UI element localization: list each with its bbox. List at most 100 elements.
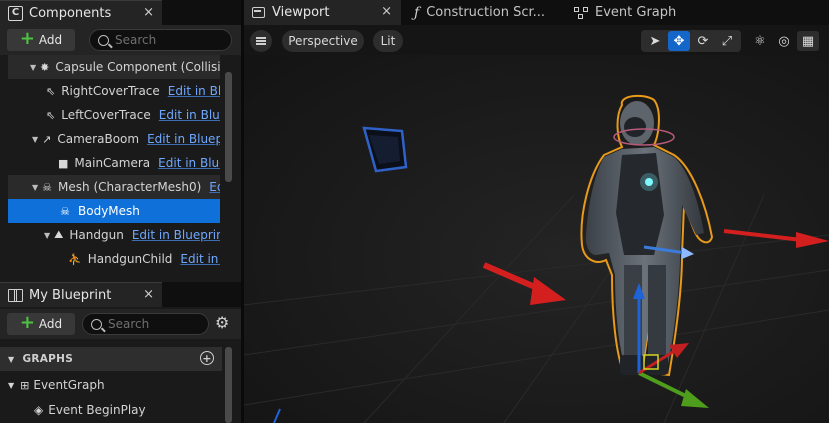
child-actor-icon: ⛹: [68, 252, 82, 266]
blueprint-scrollbar-thumb[interactable]: [225, 347, 232, 423]
components-search[interactable]: [89, 29, 232, 51]
components-search-input[interactable]: [115, 33, 215, 47]
edit-in-blueprint-link[interactable]: Edit in Blueprint: [209, 180, 220, 194]
tree-item-handgun[interactable]: ▼ ⛰ Handgun Edit in Blueprint: [8, 223, 220, 247]
function-icon: ƒ: [414, 4, 420, 21]
tab-event-graph-label: Event Graph: [595, 5, 677, 20]
lighting-mode-label: Lit: [380, 34, 396, 48]
components-scrollbar-thumb[interactable]: [225, 72, 232, 182]
scale-tool-icon[interactable]: ⤢: [716, 31, 738, 51]
blueprint-search-input[interactable]: [108, 317, 208, 331]
event-node-icon: ◈: [34, 403, 44, 417]
left-column: C Components × + Add ▼ ✸ Capsule Compone…: [0, 0, 241, 423]
expand-arrow-icon[interactable]: ▼: [30, 63, 36, 72]
main-area: Viewport × ƒ Construction Scr... Event G…: [244, 0, 829, 423]
tab-viewport-label: Viewport: [272, 5, 330, 20]
tab-construction-script[interactable]: ƒ Construction Scr...: [406, 0, 566, 25]
tree-item-label: MainCamera: [74, 156, 151, 170]
blueprint-toolbar: + Add ⚙: [0, 309, 241, 339]
tree-item-rightcovertrace[interactable]: ⇖ RightCoverTrace Edit in Blueprint: [8, 79, 220, 103]
graphs-section-header[interactable]: ▼ GRAPHS +: [0, 347, 222, 371]
tree-item-handgunchild[interactable]: ⛹ HandgunChild Edit in Blueprint: [8, 247, 220, 271]
expand-arrow-icon[interactable]: ▼: [44, 231, 50, 240]
document-tabbar: Viewport × ƒ Construction Scr... Event G…: [244, 0, 829, 25]
expand-arrow-icon[interactable]: ▼: [8, 355, 14, 364]
close-icon[interactable]: ×: [143, 287, 154, 302]
blueprint-search[interactable]: [82, 313, 209, 335]
tree-item-bodymesh[interactable]: ☠ BodyMesh: [8, 199, 220, 223]
tab-my-blueprint-label: My Blueprint: [29, 287, 112, 303]
tree-item-maincamera[interactable]: ■ MainCamera Edit in Blueprint: [8, 151, 220, 175]
gear-icon[interactable]: ⚙: [215, 315, 229, 331]
viewport-scene[interactable]: [244, 55, 829, 423]
event-graph-icon: [574, 6, 588, 19]
tree-item-mesh[interactable]: ▼ ☠ Mesh (CharacterMesh0) Edit in Bluepr…: [8, 175, 220, 199]
tab-components-label: Components: [29, 5, 112, 21]
rotate-tool-icon[interactable]: ⟳: [692, 31, 714, 51]
transform-tools: ➤ ✥ ⟳ ⤢: [641, 30, 741, 52]
tree-item-leftcovertrace[interactable]: ⇖ LeftCoverTrace Edit in Blueprint: [8, 103, 220, 127]
surface-snap-icon[interactable]: ◎: [773, 31, 795, 51]
viewport-menu-button[interactable]: [250, 30, 272, 52]
add-component-button[interactable]: + Add: [7, 29, 75, 51]
edit-in-blueprint-link[interactable]: Edit in Blueprint: [168, 84, 220, 98]
skeleton-icon: ☠: [60, 204, 70, 218]
edit-in-blueprint-link[interactable]: Edit in Blueprint: [147, 132, 220, 146]
expand-arrow-icon[interactable]: ▼: [32, 135, 38, 144]
tree-item-label: Handgun: [69, 228, 124, 242]
search-icon: [91, 318, 102, 330]
tree-item-label: LeftCoverTrace: [61, 108, 151, 122]
tab-components[interactable]: C Components ×: [0, 0, 162, 25]
component-tree: ▼ ✸ Capsule Component (Collision) ⇖ Righ…: [0, 55, 222, 271]
tree-item-label: BodyMesh: [78, 204, 140, 218]
event-graph-icon: ⊞: [20, 378, 30, 392]
tree-item-capsule[interactable]: ▼ ✸ Capsule Component (Collision): [8, 55, 220, 79]
graph-item-label: EventGraph: [33, 378, 105, 392]
plus-icon: +: [19, 312, 35, 333]
camera-icon: ■: [58, 156, 69, 170]
capsule-icon: ✸: [40, 60, 50, 74]
tab-event-graph[interactable]: Event Graph: [566, 0, 706, 25]
close-icon[interactable]: ×: [143, 5, 154, 20]
tree-item-label: CameraBoom: [57, 132, 140, 146]
skeleton-icon: ☠: [42, 180, 53, 194]
tree-item-label: HandgunChild: [87, 252, 173, 266]
grid-snap-icon[interactable]: ▦: [797, 31, 819, 51]
viewport-background: [244, 55, 829, 423]
select-tool-icon[interactable]: ➤: [644, 31, 666, 51]
spring-arm-icon: ↗: [42, 132, 52, 146]
arrow-component-icon: ⇖: [46, 108, 56, 122]
close-icon[interactable]: ×: [381, 4, 392, 19]
graph-item-eventgraph[interactable]: ▼ ⊞ EventGraph: [8, 373, 105, 397]
search-icon: [98, 34, 109, 46]
edit-in-blueprint-link[interactable]: Edit in Blueprint: [180, 252, 220, 266]
graph-item-label: Event BeginPlay: [48, 403, 146, 417]
graph-item-event-beginplay[interactable]: ◈ Event BeginPlay: [34, 398, 146, 422]
coordinate-space-icon[interactable]: ⚛: [749, 31, 771, 51]
tree-item-label: Mesh (CharacterMesh0): [58, 180, 202, 194]
tab-my-blueprint[interactable]: My Blueprint ×: [0, 282, 162, 307]
viewport-icon: [252, 7, 265, 18]
tree-item-label: Capsule Component (Collision): [55, 60, 220, 74]
view-mode-button[interactable]: Perspective: [282, 30, 364, 52]
book-icon: [8, 289, 23, 302]
components-tabbar: C Components ×: [0, 0, 241, 25]
tab-viewport[interactable]: Viewport ×: [244, 0, 401, 25]
add-graph-icon[interactable]: +: [200, 351, 214, 365]
expand-arrow-icon[interactable]: ▼: [8, 381, 14, 390]
static-mesh-icon: ⛰: [54, 228, 64, 241]
add-blueprint-item-button[interactable]: + Add: [7, 313, 75, 335]
translate-tool-icon[interactable]: ✥: [668, 31, 690, 51]
edit-in-blueprint-link[interactable]: Edit in Blueprint: [132, 228, 220, 242]
expand-arrow-icon[interactable]: ▼: [32, 183, 38, 192]
lighting-mode-button[interactable]: Lit: [373, 30, 403, 52]
plus-icon: +: [19, 28, 35, 49]
components-toolbar: + Add: [0, 25, 241, 55]
view-mode-label: Perspective: [288, 34, 358, 48]
tree-item-cameraboom[interactable]: ▼ ↗ CameraBoom Edit in Blueprint: [8, 127, 220, 151]
add-blueprint-label: Add: [38, 317, 63, 331]
edit-in-blueprint-link[interactable]: Edit in Blueprint: [159, 108, 220, 122]
edit-in-blueprint-link[interactable]: Edit in Blueprint: [158, 156, 220, 170]
add-component-label: Add: [38, 33, 63, 47]
graphs-section-label: GRAPHS: [22, 353, 74, 365]
